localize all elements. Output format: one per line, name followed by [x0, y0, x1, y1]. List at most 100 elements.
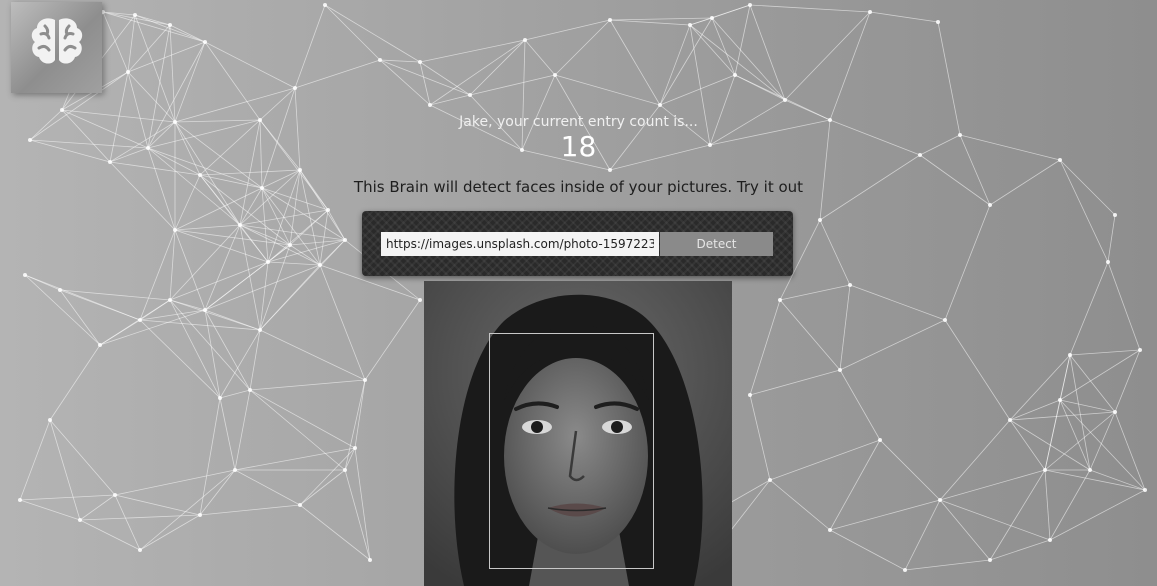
network-edge [134, 14, 171, 26]
network-edge [234, 469, 301, 506]
network-node [133, 13, 137, 17]
network-edge [174, 224, 241, 231]
logo[interactable] [11, 2, 102, 93]
network-edge [944, 204, 991, 321]
network-edge [199, 469, 236, 516]
network-node [818, 218, 822, 222]
network-node [733, 73, 737, 77]
network-node [988, 558, 992, 562]
network-node [1068, 353, 1072, 357]
network-edge [344, 379, 366, 471]
network-node [168, 23, 172, 27]
network-node [343, 238, 347, 242]
network-node [23, 273, 27, 277]
network-node [98, 343, 102, 347]
network-edge [49, 344, 101, 421]
network-edge [109, 161, 201, 176]
network-node [323, 3, 327, 7]
network-edge [659, 17, 713, 106]
network-node [778, 298, 782, 302]
network-edge [249, 379, 366, 391]
network-edge [79, 514, 201, 521]
network-node [343, 468, 347, 472]
network-node [113, 493, 117, 497]
network-node [658, 103, 662, 107]
network-edge [204, 41, 296, 89]
network-edge [139, 514, 201, 551]
network-edge [102, 11, 129, 73]
network-edge [99, 309, 206, 346]
network-edge [659, 24, 691, 106]
network-edge [344, 469, 371, 561]
network-node [936, 20, 940, 24]
network-node [1043, 468, 1047, 472]
network-edge [102, 11, 206, 43]
network-edge [749, 394, 771, 481]
network-node [1113, 213, 1117, 217]
network-edge [829, 499, 941, 531]
network-edge [174, 229, 269, 263]
network-edge [234, 389, 251, 471]
network-edge [1059, 399, 1146, 491]
image-url-input[interactable] [381, 232, 659, 256]
network-node [748, 3, 752, 7]
network-edge [79, 519, 141, 551]
network-edge [879, 439, 941, 501]
network-node [293, 86, 297, 90]
network-node [848, 283, 852, 287]
network-edge [469, 39, 526, 96]
network-node [258, 328, 262, 332]
network-edge [609, 19, 691, 26]
network-edge [839, 369, 881, 441]
network-edge [839, 284, 851, 371]
network-node [938, 498, 942, 502]
network-node [203, 40, 207, 44]
network-node [903, 568, 907, 572]
network-edge [711, 17, 786, 101]
network-edge [114, 469, 236, 496]
network-edge [379, 59, 421, 63]
network-edge [109, 161, 176, 231]
network-edge [299, 504, 371, 561]
image-url-form: Detect [362, 211, 793, 276]
network-edge [324, 4, 421, 63]
network-node [710, 16, 714, 20]
network-edge [904, 559, 991, 571]
network-edge [289, 244, 321, 266]
network-edge [839, 319, 946, 371]
network-edge [204, 224, 241, 311]
network-node [198, 513, 202, 517]
network-edge [711, 4, 751, 19]
network-edge [139, 319, 261, 331]
network-node [326, 208, 330, 212]
network-edge [139, 469, 236, 551]
network-edge [354, 379, 366, 449]
network-node [1143, 488, 1147, 492]
network-edge [524, 19, 611, 41]
network-node [173, 228, 177, 232]
network-edge [1069, 354, 1091, 471]
network-edge [1114, 349, 1141, 413]
network-edge [327, 209, 346, 241]
network-node [608, 168, 612, 172]
network-edge [419, 61, 431, 106]
network-node [418, 298, 422, 302]
network-edge [1069, 349, 1141, 356]
network-edge [1009, 354, 1071, 421]
network-node [18, 498, 22, 502]
network-edge [779, 299, 841, 371]
network-edge [49, 419, 116, 496]
network-edge [239, 209, 329, 226]
network-edge [249, 389, 356, 449]
network-edge [554, 19, 611, 76]
network-edge [659, 74, 736, 106]
detect-button[interactable]: Detect [660, 232, 773, 256]
network-edge [259, 329, 366, 381]
network-edge [1089, 411, 1116, 471]
network-edge [784, 11, 871, 101]
network-node [198, 173, 202, 177]
network-edge [19, 494, 116, 501]
network-node [608, 18, 612, 22]
network-node [233, 468, 237, 472]
network-edge [79, 494, 116, 521]
